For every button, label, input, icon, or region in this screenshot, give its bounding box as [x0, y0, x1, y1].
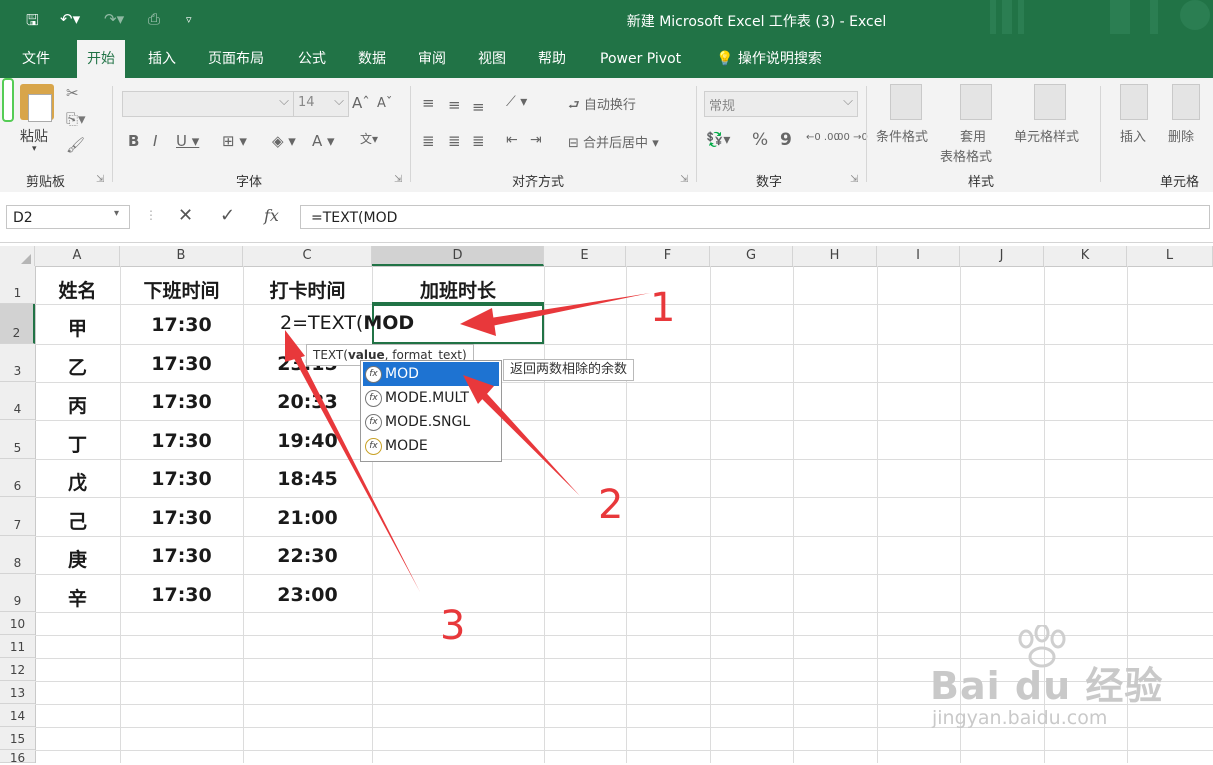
- annotation-arrows-group: [285, 293, 650, 592]
- annotation-number-3: 3: [440, 603, 466, 649]
- arrow-1-head: [460, 308, 496, 336]
- watermark-url: jingyan.baidu.com: [932, 707, 1108, 729]
- arrow-3-shaft: [290, 348, 420, 592]
- arrow-2-shaft: [475, 386, 580, 496]
- annotation-number-1: 1: [650, 285, 676, 331]
- watermark: Bai du 经验 jingyan.baidu.com: [930, 625, 1170, 745]
- arrow-3-head: [285, 330, 305, 362]
- annotation-number-2: 2: [598, 482, 624, 528]
- arrow-1-shaft: [484, 293, 650, 327]
- watermark-brand: Bai du 经验: [930, 664, 1164, 708]
